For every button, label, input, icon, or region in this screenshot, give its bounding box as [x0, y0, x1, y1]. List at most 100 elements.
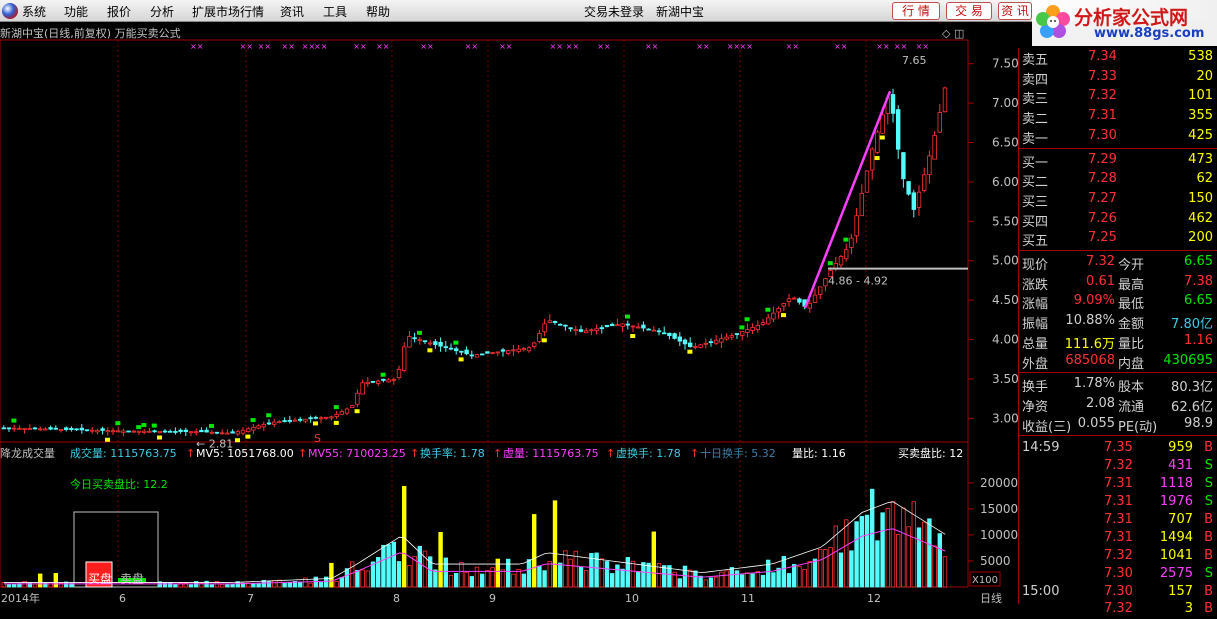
volume-bar — [792, 564, 797, 588]
volume-bar — [859, 515, 864, 588]
price-axis-label: 7.00 — [992, 96, 1018, 110]
volume-bar — [453, 572, 459, 588]
candle — [578, 329, 584, 332]
sell-marker — [105, 437, 110, 442]
menu-system[interactable]: 系统 — [22, 3, 46, 20]
price-panel-frame — [0, 39, 969, 443]
candle — [875, 131, 880, 153]
buy-marker — [266, 413, 272, 418]
candle — [615, 324, 620, 327]
candle — [833, 262, 838, 269]
menu-extended-market[interactable]: 扩展市场行情 — [192, 3, 264, 20]
volume-bar — [916, 527, 922, 588]
candle — [417, 339, 422, 342]
signal-marker: ×× — [314, 42, 327, 51]
candle — [812, 294, 818, 303]
candle — [386, 379, 391, 383]
tick-price: 7.31 — [1104, 494, 1133, 509]
bid-price: 7.28 — [1088, 171, 1117, 187]
menu-tools[interactable]: 工具 — [323, 3, 347, 20]
candle — [303, 418, 308, 422]
tick-row: 7.32 431 S — [1022, 457, 1215, 476]
volume-bar — [339, 577, 344, 588]
menu-help[interactable]: 帮助 — [366, 3, 390, 20]
app-logo-icon[interactable] — [2, 3, 18, 19]
volume-bar — [381, 544, 386, 588]
candle — [297, 418, 303, 421]
candle — [240, 429, 246, 434]
date-axis-label: 12 — [867, 592, 881, 604]
volume-indicator-value: 买卖盘比: 12 — [898, 446, 963, 460]
volume-bar — [448, 575, 454, 588]
volume-bar — [479, 573, 485, 588]
menu-function[interactable]: 功能 — [64, 3, 88, 20]
candle — [521, 348, 526, 351]
date-axis-label: 6 — [119, 592, 126, 604]
finance-row: 收益(三) 0.055 PE(动) 98.9 — [1022, 415, 1215, 435]
signal-marker: ×× — [834, 42, 847, 51]
ask-row: 卖三 7.32 101 — [1022, 87, 1215, 107]
signal-marker: ×× — [566, 42, 579, 51]
signal-marker: ×× — [376, 42, 389, 51]
signal-marker: ×× — [876, 42, 889, 51]
period-label: 日线 — [980, 591, 1002, 604]
volume-bar — [219, 583, 225, 588]
tick-volume: 1041 — [1159, 547, 1193, 563]
menu-news[interactable]: 资讯 — [280, 3, 304, 20]
signal-marker: ×× — [420, 42, 433, 51]
stat-value: 1.16 — [1184, 332, 1213, 348]
candle — [375, 380, 381, 384]
stock-chart[interactable]: 7.50 7.00 6.50 6.00 5.50 5.00 4.50 4.00 3.50 3.00… — [0, 22, 1018, 604]
volume-bar — [615, 564, 620, 588]
candle — [173, 431, 178, 433]
candle — [38, 428, 43, 431]
divider — [1019, 372, 1217, 374]
candle — [438, 341, 443, 347]
signal-marker: ×× — [916, 42, 929, 51]
ask-label: 卖一 — [1022, 131, 1049, 147]
volume-bar — [760, 574, 766, 588]
tab-news-button[interactable]: 资 讯 — [998, 2, 1032, 20]
volume-bar — [532, 514, 537, 588]
candle — [64, 427, 69, 430]
candle — [490, 352, 495, 354]
candle — [911, 192, 916, 210]
volume-bar — [360, 569, 365, 588]
candle — [927, 155, 932, 175]
candle — [916, 191, 922, 208]
candle — [199, 430, 204, 433]
ask-price: 7.34 — [1088, 49, 1117, 64]
volume-indicator-value: 虚量: 1115763.75 — [503, 447, 599, 460]
candle — [344, 408, 350, 414]
candle — [495, 351, 500, 354]
volume-bar — [724, 570, 729, 588]
volume-bar — [771, 572, 776, 588]
stat-value: 6.65 — [1184, 293, 1213, 309]
candle — [433, 341, 438, 345]
volume-bar — [901, 507, 906, 588]
candle — [844, 249, 849, 260]
volume-bar — [922, 521, 927, 588]
volume-bar — [490, 567, 495, 588]
ask-label: 卖二 — [1022, 112, 1049, 128]
volume-bar — [225, 584, 230, 588]
stat-label: 涨幅 — [1022, 297, 1049, 313]
price-axis-label: 6.00 — [992, 175, 1018, 189]
bid-row: 买四 7.26 462 — [1022, 210, 1215, 230]
menu-analysis[interactable]: 分析 — [150, 3, 174, 20]
high-annotation: 7.65 — [902, 54, 927, 67]
tab-trade-button[interactable]: 交 易 — [946, 2, 992, 20]
volume-bar — [651, 531, 656, 588]
tab-market-button[interactable]: 行 情 — [892, 2, 940, 20]
candle — [838, 256, 844, 266]
login-status: 交易未登录 — [584, 5, 645, 19]
volume-bar — [344, 568, 350, 588]
volume-bar — [755, 571, 760, 588]
quote-panel: 卖五 7.34 538 卖四 7.33 20 卖三 7.32 101 卖二 7.31 355 卖一 7.3… — [1018, 48, 1217, 616]
menu-quote[interactable]: 报价 — [107, 3, 131, 20]
volume-bar — [854, 521, 859, 588]
volume-bar — [256, 583, 261, 588]
candle — [162, 430, 168, 433]
candle — [79, 427, 84, 431]
candle — [870, 148, 875, 171]
